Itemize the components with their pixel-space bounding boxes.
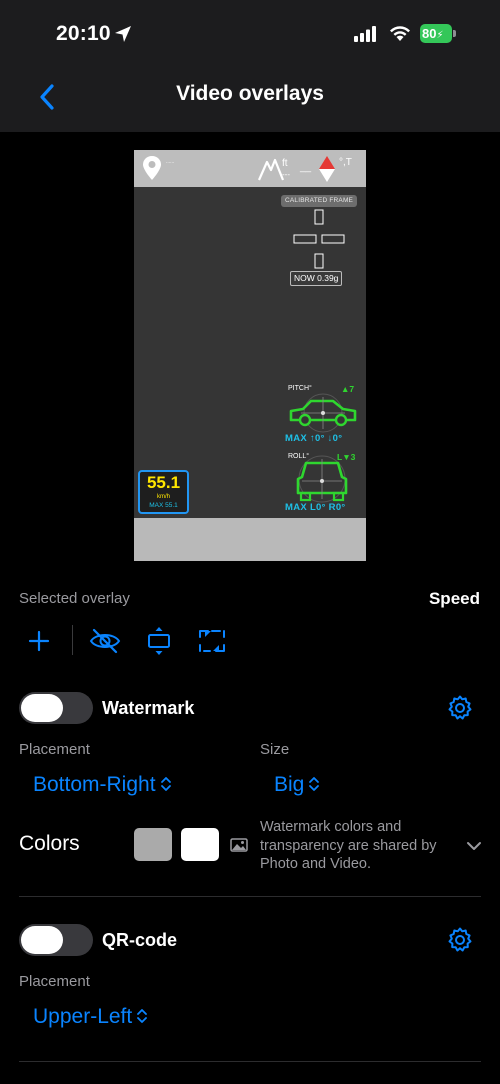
selected-overlay-value: Speed xyxy=(428,589,480,608)
colors-label: Colors xyxy=(19,832,80,855)
location-arrow-icon xyxy=(115,26,131,42)
g-now-readout: NOW 0.39g xyxy=(290,271,343,286)
cellular-signal-icon xyxy=(354,26,376,42)
gear-icon[interactable] xyxy=(447,695,473,721)
heading-unit: °,T xyxy=(339,157,352,168)
page-title: Video overlays xyxy=(176,82,324,105)
section-divider xyxy=(19,1061,481,1062)
qr-code-placement-select[interactable]: Upper-Left xyxy=(33,1005,148,1029)
watermark-color-swatch-2[interactable] xyxy=(181,828,219,861)
pitch-label: PITCH° xyxy=(288,385,312,392)
map-pin-icon xyxy=(143,156,161,180)
speed-max: MAX 55.1 xyxy=(149,502,178,509)
watermark-placement-select[interactable]: Bottom-Right xyxy=(33,773,172,797)
mountain-altitude-icon xyxy=(258,158,284,181)
resize-frame-button[interactable] xyxy=(198,626,226,656)
qr-code-placement-value: Upper-Left xyxy=(33,1005,133,1028)
watermark-placement-label: Placement xyxy=(19,741,90,758)
altitude-dash: __ xyxy=(300,162,312,173)
speed-unit: km/h xyxy=(156,494,170,500)
status-bar: 20:10 80⚡ xyxy=(0,0,500,62)
qr-code-title: QR-code xyxy=(102,930,178,950)
toggle-knob xyxy=(21,926,63,954)
resize-frame-icon xyxy=(199,630,225,652)
hide-overlay-button[interactable] xyxy=(89,626,121,656)
pitch-max: MAX ↑0° ↓0° xyxy=(285,433,343,444)
altitude-value: --- xyxy=(282,170,290,179)
watermark-toggle[interactable] xyxy=(19,692,93,724)
vertical-align-button[interactable] xyxy=(146,626,172,656)
gear-icon[interactable] xyxy=(447,927,473,953)
preview-location-text: ...... xyxy=(166,159,175,165)
watermark-size-label: Size xyxy=(260,741,290,758)
watermark-size-value: Big xyxy=(274,773,305,796)
preview-bottom-bar xyxy=(134,518,366,561)
watermark-placement-value: Bottom-Right xyxy=(33,773,156,796)
photo-icon[interactable] xyxy=(230,838,248,852)
speed-overlay[interactable]: 55.1 km/h MAX 55.1 xyxy=(138,470,189,514)
selected-overlay-label: Selected overlay xyxy=(19,590,130,607)
battery-charging-icon: 80⚡ xyxy=(420,24,456,43)
chevron-up-down-icon xyxy=(160,777,171,791)
add-overlay-button[interactable] xyxy=(26,626,52,656)
section-divider xyxy=(19,896,481,897)
g-force-crosshair-icon xyxy=(293,209,345,269)
watermark-color-swatch-1[interactable] xyxy=(134,828,172,861)
vertical-align-icon xyxy=(148,627,170,655)
watermark-title: Watermark xyxy=(102,698,195,718)
car-side-pitch-icon xyxy=(289,393,357,433)
chevron-up-down-icon xyxy=(137,1009,148,1023)
qr-code-toggle[interactable] xyxy=(19,924,93,956)
eye-slash-icon xyxy=(89,628,121,654)
status-time: 20:10 xyxy=(56,22,111,45)
compass-icon xyxy=(319,156,335,182)
chevron-up-down-icon xyxy=(309,777,320,791)
chevron-down-icon[interactable] xyxy=(466,840,482,852)
watermark-size-select[interactable]: Big xyxy=(274,773,320,797)
toolbar-divider xyxy=(72,625,73,655)
car-front-roll-icon xyxy=(296,455,348,503)
toggle-knob xyxy=(21,694,63,722)
plus-icon xyxy=(28,630,50,652)
navigation-bar: Video overlays xyxy=(0,62,500,132)
roll-max: MAX L0° R0° xyxy=(285,502,346,513)
wifi-icon xyxy=(390,26,410,41)
qr-code-placement-label: Placement xyxy=(19,973,90,990)
watermark-note: Watermark colors and transparency are sh… xyxy=(260,819,437,872)
altitude-unit: ft xyxy=(282,158,288,169)
speed-value: 55.1 xyxy=(146,473,181,492)
video-preview: ...... ft --- __ °,T CALIBRATED FRAME NO… xyxy=(134,150,366,561)
battery-level: 80 xyxy=(422,26,437,41)
calibrated-frame-badge: CALIBRATED FRAME xyxy=(281,195,358,207)
